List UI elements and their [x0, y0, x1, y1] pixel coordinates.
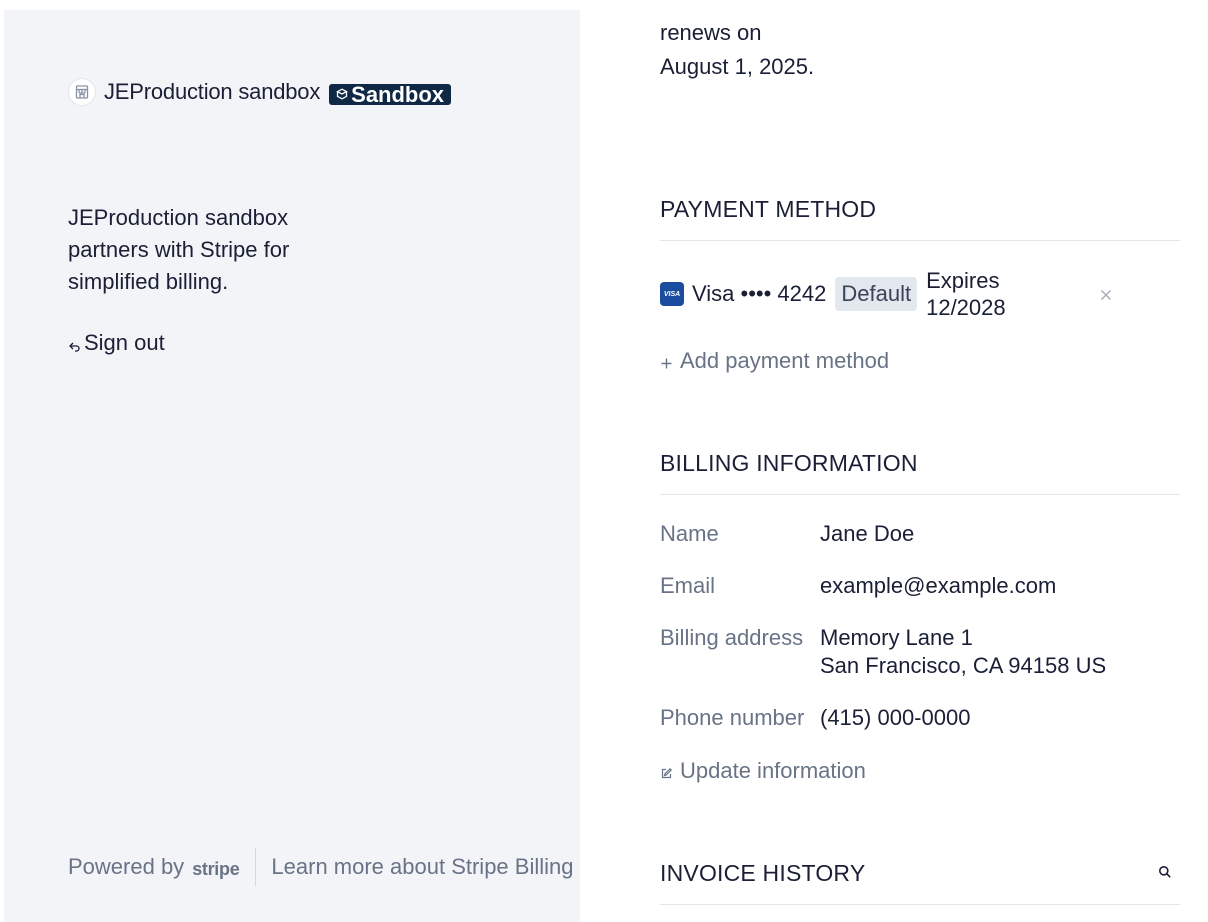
section-divider — [660, 494, 1180, 495]
learn-more-link[interactable]: Learn more about Stripe Billing — [271, 854, 573, 880]
visa-icon: VISA — [660, 282, 684, 306]
expires-date: 12/2028 — [926, 295, 1006, 320]
billing-address-value: Memory Lane 1 San Francisco, CA 94158 US — [820, 624, 1106, 680]
payment-method-heading: PAYMENT METHOD — [660, 196, 877, 222]
left-panel: JEProduction sandbox Sandbox JEProductio… — [4, 10, 580, 922]
card-label: Visa •••• 4242 — [692, 281, 827, 306]
billing-row-phone: Phone number (415) 000-0000 — [660, 704, 970, 732]
sign-out-label: Sign out — [84, 330, 165, 355]
right-panel: renews on August 1, 2025. PAYMENT METHOD… — [580, 0, 1208, 922]
sandbox-badge-label: Sandbox — [351, 81, 445, 107]
address-line-2: San Francisco, CA 94158 US — [820, 653, 1107, 678]
close-icon — [1101, 290, 1111, 300]
add-payment-method-label: Add payment method — [680, 348, 890, 373]
search-icon — [1159, 866, 1171, 878]
renews-on-label: renews on — [660, 20, 762, 45]
renewal-date: August 1, 2025. — [660, 54, 815, 79]
payment-method-card: VISA Visa •••• 4242 Default Expires 12/2… — [660, 266, 1006, 322]
brand-header: JEProduction sandbox Sandbox — [68, 78, 452, 107]
billing-label: Email — [660, 573, 716, 598]
storefront-icon — [68, 78, 96, 106]
remove-payment-method-button[interactable] — [1098, 287, 1114, 303]
sign-out-link[interactable]: Sign out — [68, 330, 165, 356]
address-line-1: Memory Lane 1 — [820, 625, 973, 650]
section-divider — [660, 904, 1180, 905]
default-badge: Default — [835, 277, 918, 311]
sandbox-badge: Sandbox — [329, 81, 452, 107]
business-name: JEProduction sandbox — [104, 79, 321, 104]
billing-information-heading: BILLING INFORMATION — [660, 450, 918, 476]
stripe-logo[interactable]: stripe — [192, 859, 240, 880]
billing-label: Phone number — [660, 705, 805, 730]
sandbox-cube-icon — [336, 88, 349, 100]
billing-row-name: Name Jane Doe — [660, 520, 914, 548]
expires-label: Expires — [926, 268, 1000, 293]
subscription-renewal-text: renews on August 1, 2025. — [660, 16, 814, 84]
tagline: JEProduction sandbox partners with Strip… — [68, 205, 290, 294]
invoice-search-button[interactable] — [1157, 864, 1173, 880]
invoice-history-heading: INVOICE HISTORY — [660, 860, 866, 886]
add-payment-method-button[interactable]: Add payment method — [660, 348, 889, 374]
billing-value: example@example.com — [820, 573, 1057, 598]
update-information-button[interactable]: Update information — [660, 758, 866, 784]
card-expiry: Expires 12/2028 — [926, 267, 1006, 321]
billing-row-email: Email example@example.com — [660, 572, 1056, 600]
section-divider — [660, 240, 1180, 241]
powered-by-text: Powered by — [68, 854, 185, 879]
footer: Powered by stripe Learn more about Strip… — [68, 848, 573, 886]
footer-divider — [255, 848, 257, 886]
plus-icon — [660, 357, 673, 370]
sign-out-arrow-icon — [68, 340, 81, 353]
edit-icon — [660, 767, 673, 780]
billing-row-address: Billing address Memory Lane 1 San Franci… — [660, 624, 1106, 680]
update-information-label: Update information — [680, 758, 866, 783]
billing-label: Billing address — [660, 625, 804, 650]
billing-label: Name — [660, 521, 719, 546]
billing-value: Jane Doe — [820, 521, 915, 546]
billing-value: (415) 000-0000 — [820, 705, 971, 730]
